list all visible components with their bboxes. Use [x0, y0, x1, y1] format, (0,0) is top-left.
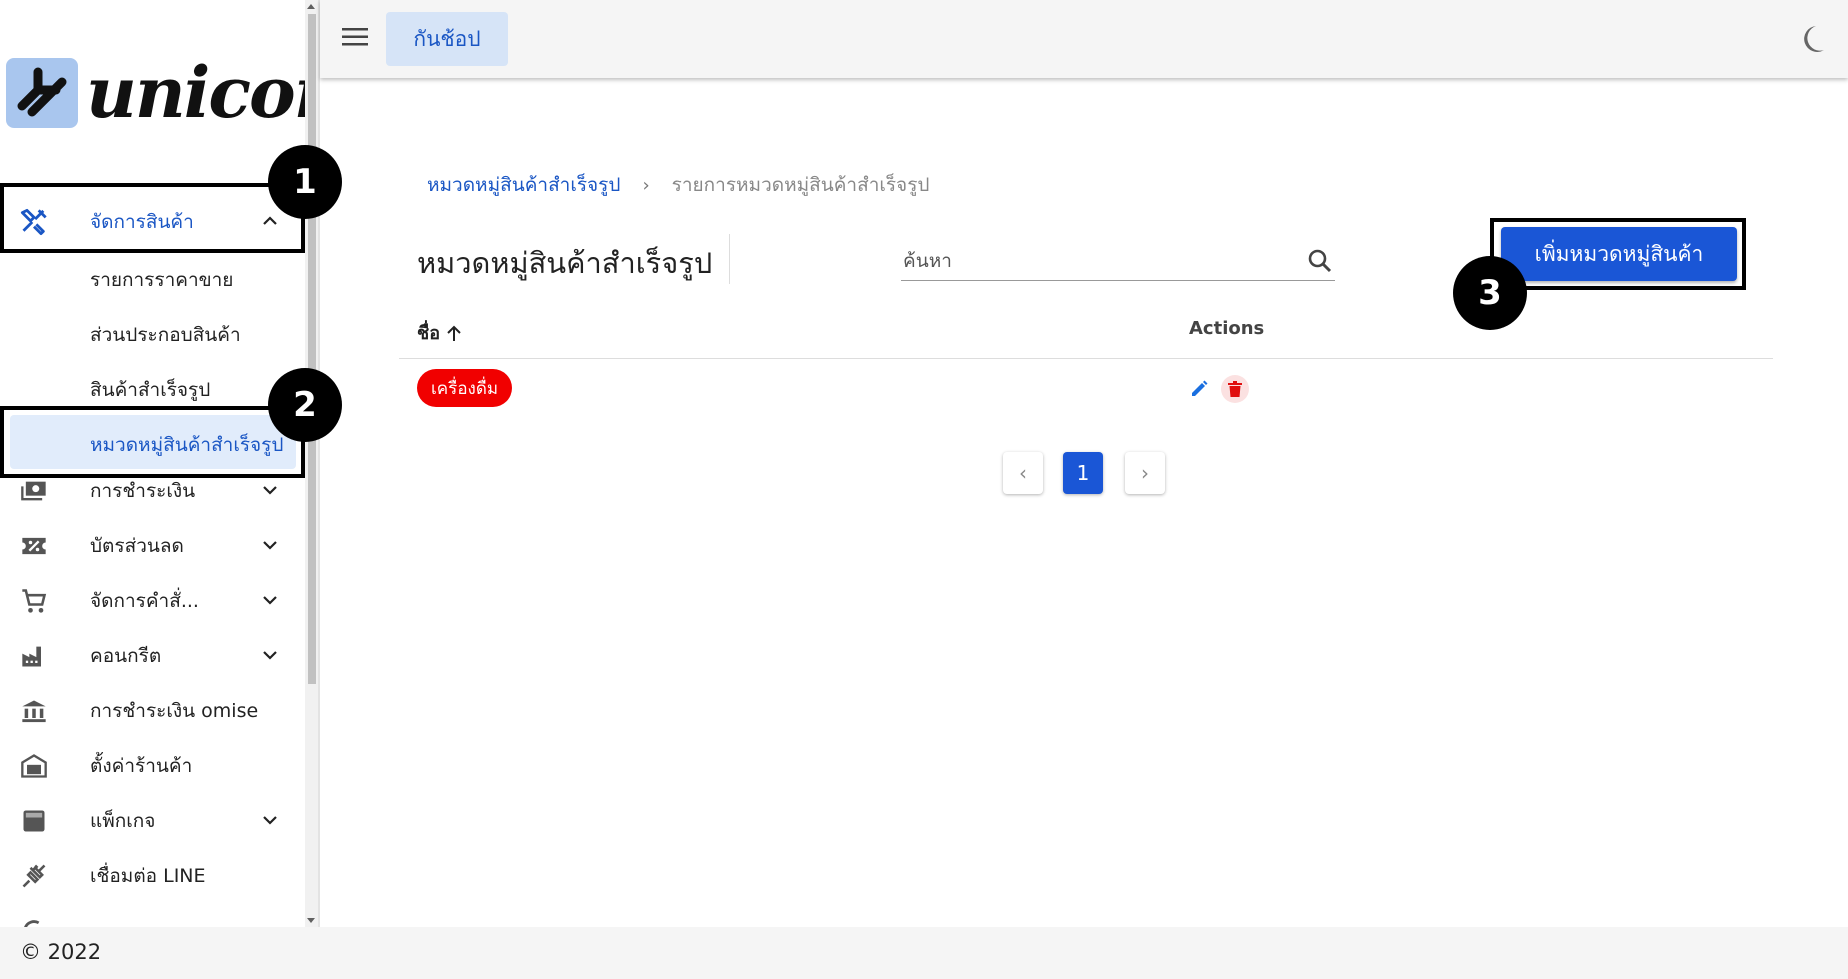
pagination-prev-button[interactable]: ‹ — [1003, 452, 1043, 494]
column-header-name-label: ชื่อ — [417, 323, 441, 344]
sidebar-item-store-settings[interactable]: ตั้งค่าร้านค้า — [0, 739, 296, 793]
page-title: หมวดหมู่สินค้าสำเร็จรูป — [417, 246, 713, 280]
package-icon — [23, 810, 45, 832]
column-header-actions: Actions — [1189, 318, 1265, 339]
breadcrumb-current: รายการหมวดหมู่สินค้าสำเร็จรูป — [671, 174, 930, 196]
annotation-box-3 — [1490, 218, 1746, 290]
breadcrumb-separator-icon: › — [642, 174, 650, 196]
cart-icon — [22, 589, 47, 613]
logo-text: unicon — [86, 51, 305, 134]
hamburger-menu-icon[interactable] — [342, 26, 368, 48]
sidebar-item-line-connect[interactable]: เชื่อมต่อ LINE — [0, 849, 296, 903]
column-header-name[interactable]: ชื่อ — [417, 318, 462, 347]
breadcrumb: หมวดหมู่สินค้าสำเร็จรูป › รายการหมวดหมู่… — [427, 170, 929, 200]
shop-button[interactable]: กันช้อป — [386, 12, 508, 66]
sidebar-divider — [318, 0, 320, 927]
trash-icon — [1228, 381, 1242, 397]
refresh-icon — [24, 920, 40, 927]
breadcrumb-link-categories[interactable]: หมวดหมู่สินค้าสำเร็จรูป — [427, 170, 620, 200]
unicon-logo-icon — [6, 58, 78, 128]
sidebar-item-partial[interactable] — [0, 904, 296, 927]
pagination-next-button[interactable]: › — [1125, 452, 1165, 494]
search-input[interactable] — [901, 242, 1295, 280]
category-chip: เครื่องดื่ม — [417, 369, 513, 407]
sidebar-subitem-label: ส่วนประกอบสินค้า — [90, 324, 241, 346]
factory-icon — [22, 646, 41, 667]
sidebar-subitem-price-list[interactable]: รายการราคาขาย — [0, 250, 296, 304]
sidebar-item-orders[interactable]: จัดการคำสั่... — [0, 574, 296, 628]
footer: © 2022 — [0, 927, 1848, 979]
bank-icon — [22, 700, 46, 723]
title-divider — [729, 234, 730, 284]
logo: unicon — [6, 58, 305, 128]
chevron-down-icon[interactable] — [260, 645, 280, 665]
footer-copyright: © 2022 — [20, 940, 102, 964]
sidebar-item-label: คอนกรีต — [90, 645, 162, 667]
payments-icon — [21, 481, 46, 501]
sidebar-item-label: การชำระเงิน omise — [90, 700, 259, 722]
table-row: เครื่องดื่ม — [399, 359, 1773, 419]
delete-button[interactable] — [1221, 375, 1249, 403]
sidebar-item-label: แพ็กเกจ — [90, 810, 156, 832]
annotation-badge-1: 1 — [268, 145, 342, 219]
annotation-box-2 — [0, 406, 305, 478]
plug-icon — [22, 864, 46, 888]
sidebar-item-concrete[interactable]: คอนกรีต — [0, 629, 296, 683]
chevron-down-icon[interactable] — [260, 590, 280, 610]
chevron-down-icon[interactable] — [260, 810, 280, 830]
annotation-badge-2: 2 — [268, 368, 342, 442]
annotation-box-1 — [0, 183, 305, 253]
search-field — [901, 242, 1335, 281]
table-header-row: ชื่อ Actions — [399, 306, 1773, 359]
search-icon[interactable] — [1307, 248, 1333, 274]
scroll-up-icon[interactable] — [307, 4, 315, 9]
sort-ascending-arrow-icon[interactable] — [446, 324, 462, 342]
sidebar-item-packages[interactable]: แพ็กเกจ — [0, 794, 296, 848]
sidebar-subitem-product-components[interactable]: ส่วนประกอบสินค้า — [0, 305, 296, 359]
dark-mode-moon-icon[interactable] — [1798, 24, 1826, 54]
sidebar-item-label: เชื่อมต่อ LINE — [90, 865, 206, 887]
scroll-down-icon[interactable] — [307, 918, 315, 923]
sidebar-item-omise-payment[interactable]: การชำระเงิน omise — [0, 684, 296, 738]
chevron-down-icon[interactable] — [260, 535, 280, 555]
store-icon — [21, 754, 47, 778]
discount-ticket-icon — [22, 537, 46, 555]
chevron-right-icon: › — [1141, 461, 1149, 485]
chevron-down-icon[interactable] — [260, 480, 280, 500]
scrollbar-thumb[interactable] — [308, 14, 316, 684]
chevron-left-icon: ‹ — [1019, 461, 1027, 485]
sidebar-subitem-label: รายการราคาขาย — [90, 269, 234, 291]
sidebar-item-label: จัดการคำสั่... — [90, 590, 199, 612]
sidebar-item-label: การชำระเงิน — [90, 480, 196, 502]
sidebar-scrollbar[interactable] — [305, 0, 318, 927]
sidebar-item-discount-cards[interactable]: บัตรส่วนลด — [0, 519, 296, 573]
sidebar-item-label: ตั้งค่าร้านค้า — [90, 755, 193, 777]
sidebar-subitem-label: สินค้าสำเร็จรูป — [90, 379, 211, 401]
pagination-page-1[interactable]: 1 — [1063, 452, 1103, 494]
top-bar: กันช้อป — [320, 0, 1848, 78]
edit-pencil-icon[interactable] — [1189, 379, 1209, 399]
sidebar-item-label: บัตรส่วนลด — [90, 535, 184, 557]
